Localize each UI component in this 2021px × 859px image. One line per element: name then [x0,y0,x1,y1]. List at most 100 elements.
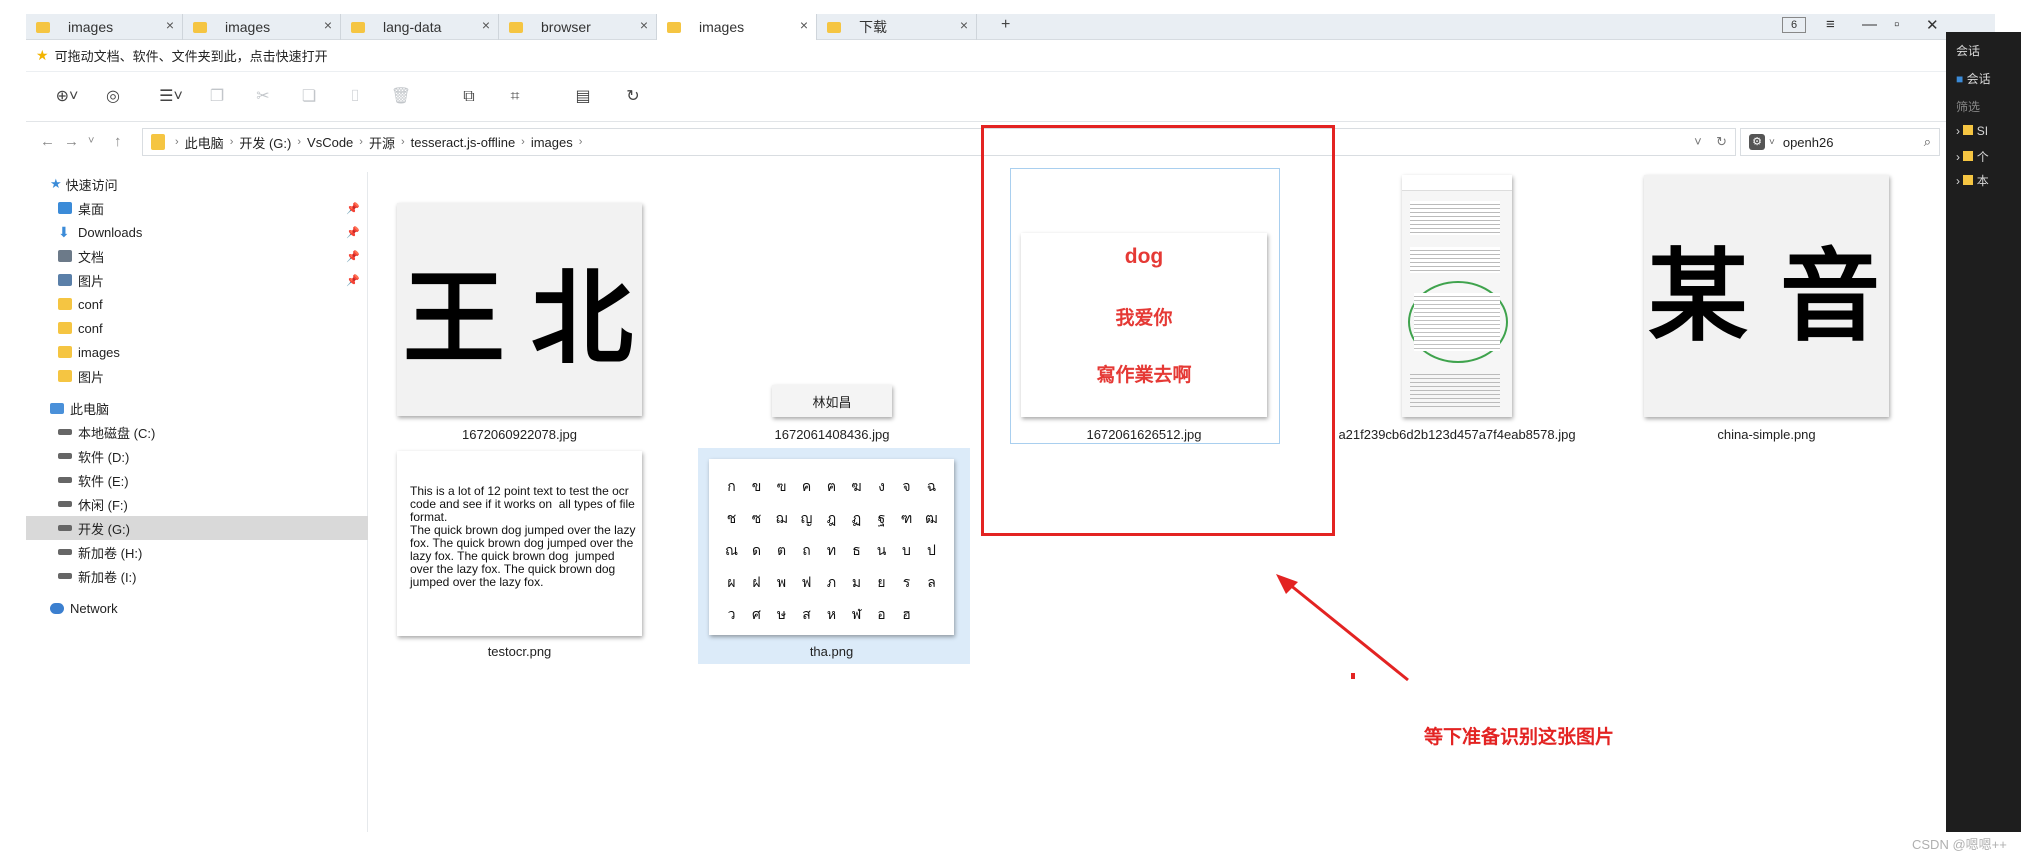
view-menu-icon[interactable]: ☰˅ [156,86,186,108]
minimize-icon[interactable]: — [1862,16,1877,33]
sidebar-drive-e[interactable]: 软件 (E:) [26,468,368,492]
thai-char: ส [802,607,811,623]
maximize-icon[interactable]: ▫ [1894,16,1899,33]
back-icon[interactable]: ← [40,133,55,150]
breadcrumb[interactable]: › 此电脑 › 开发 (G:) › VsCode › 开源 › tesserac… [142,128,1736,156]
session-row[interactable]: › 本 [1956,172,1989,189]
recent-dropdown-icon[interactable]: ˅ [88,135,94,147]
history-icon[interactable]: ◎ [102,86,124,108]
file-thumbnail-china-simple[interactable]: 某 音 [1644,175,1889,417]
tab-images-2[interactable]: images × [183,14,341,40]
tab-downloads[interactable]: 下载 × [817,14,977,40]
close-icon[interactable]: × [800,17,808,33]
search-input[interactable]: ⚙ ˅ openh26 ⌕ [1740,128,1940,156]
tab-count-badge[interactable]: 6 [1782,17,1806,33]
sidebar-item-desktop[interactable]: 桌面 📌 [26,196,368,220]
sidebar-drive-i[interactable]: 新加卷 (I:) [26,564,368,588]
thai-char: ผ [727,575,736,591]
file-thumbnail-a21f239cb6d2[interactable] [1402,175,1512,417]
pin-icon[interactable]: 📌 [346,226,360,239]
up-icon[interactable]: ↑ [114,133,122,150]
close-icon[interactable]: × [482,17,490,33]
crop-icon[interactable]: ⌗ [504,86,526,108]
tab-label: images [225,19,271,35]
sidebar-item-pictures-folder[interactable]: 图片 [26,364,368,388]
close-icon[interactable]: × [166,17,174,33]
pin-icon[interactable]: 📌 [346,202,360,215]
navigation-pane: ★ 快速访问 桌面 📌 ⬇ Downloads 📌 文档 📌 图片 📌 conf… [26,172,368,832]
sidebar-this-pc[interactable]: 此电脑 [26,396,368,420]
thai-char: ฃ [776,479,787,495]
search-icon[interactable]: ⌕ [1924,134,1931,150]
refresh-icon[interactable]: ↻ [622,86,644,108]
annotation-arrow [1276,574,1409,682]
new-item-icon[interactable]: ⊕˅ [52,86,82,108]
pin-icon[interactable]: 📌 [346,274,360,287]
screenshot-text-block [1410,371,1500,409]
close-icon[interactable]: × [960,17,968,33]
close-icon[interactable]: × [324,17,332,33]
paste-icon[interactable]: ❏ [298,86,320,108]
thai-char: ฉ [926,479,937,495]
copy-icon[interactable]: ❐ [206,86,228,108]
session-item[interactable]: ■ 会话 [1956,70,1991,87]
session-row[interactable]: › SI [1956,124,1988,138]
screenshot-text-block [1410,247,1500,273]
menu-icon[interactable]: ≡ [1826,16,1835,33]
address-refresh-icon[interactable]: ˅ ↻ [1694,134,1727,150]
sidebar-item-downloads[interactable]: ⬇ Downloads 📌 [26,220,368,244]
breadcrumb-item[interactable]: VsCode [307,135,353,150]
file-name[interactable]: tha.png [709,644,954,659]
delete-icon[interactable]: 🗑 [390,86,412,108]
file-name[interactable]: china-simple.png [1644,427,1889,442]
share-icon[interactable]: ⧉ [458,86,480,108]
breadcrumb-item[interactable]: 开发 (G:) [239,133,291,152]
gear-icon[interactable]: ⚙ [1749,134,1765,150]
tab-images-1[interactable]: images × [26,14,183,40]
thai-char: ฐ [877,511,886,527]
close-icon[interactable]: × [640,17,648,33]
tab-images-active[interactable]: images × [657,14,817,40]
thai-char: ช [726,511,737,527]
file-thumbnail-1672061408436[interactable]: 林如昌 [772,385,892,417]
sidebar-drive-d[interactable]: 软件 (D:) [26,444,368,468]
filter-input[interactable]: 筛选 [1956,98,1980,115]
file-name[interactable]: 1672061408436.jpg [722,427,942,442]
pin-icon[interactable]: 📌 [346,250,360,263]
sidebar-item-documents[interactable]: 文档 📌 [26,244,368,268]
drive-icon [58,525,72,531]
close-window-icon[interactable]: ✕ [1926,16,1939,34]
sidebar-drive-f[interactable]: 休闲 (F:) [26,492,368,516]
tab-browser[interactable]: browser × [499,14,657,40]
sidebar-item-conf-2[interactable]: conf [26,316,368,340]
thai-char: ธ [852,543,861,559]
session-row[interactable]: › 个 [1956,148,1989,165]
chevron-down-icon[interactable]: ˅ [1769,137,1775,148]
sidebar-item-images[interactable]: images [26,340,368,364]
file-name[interactable]: a21f239cb6d2b123d457a7f4eab8578.jpg [1322,427,1592,442]
sidebar-drive-c[interactable]: 本地磁盘 (C:) [26,420,368,444]
file-thumbnail-testocr[interactable]: This is a lot of 12 point text to test t… [397,451,642,636]
forward-icon[interactable]: → [64,133,79,150]
sidebar-quick-access[interactable]: ★ 快速访问 [26,172,368,196]
file-thumbnail-1672060922078[interactable]: 王 北 [397,203,642,416]
sidebar-drive-g[interactable]: 开发 (G:) [26,516,368,540]
sidebar-drive-h[interactable]: 新加卷 (H:) [26,540,368,564]
new-tab-button[interactable]: + [1001,16,1010,34]
cut-icon[interactable]: ✂ [252,86,274,108]
thai-char: ษ [776,607,787,623]
file-name[interactable]: 1672060922078.jpg [397,427,642,442]
file-name[interactable]: testocr.png [397,644,642,659]
breadcrumb-item[interactable]: 此电脑 [185,133,224,152]
breadcrumb-item[interactable]: images [531,135,573,150]
properties-icon[interactable]: ▤ [572,86,594,108]
tab-lang-data[interactable]: lang-data × [341,14,499,40]
sidebar-network[interactable]: Network [26,596,368,620]
sidebar-item-pictures[interactable]: 图片 📌 [26,268,368,292]
breadcrumb-item[interactable]: 开源 [369,133,395,152]
sidebar-item-conf[interactable]: conf [26,292,368,316]
file-thumbnail-tha[interactable]: กขฃคฅฆง จฉชซฌญฎฏฐฑฒณดตถทธนบปผฝพฟภมยรลวศษส… [709,459,954,635]
rename-icon[interactable]: ⌷ [344,86,366,108]
thai-char: อ [877,607,886,623]
breadcrumb-item[interactable]: tesseract.js-offline [411,135,516,150]
